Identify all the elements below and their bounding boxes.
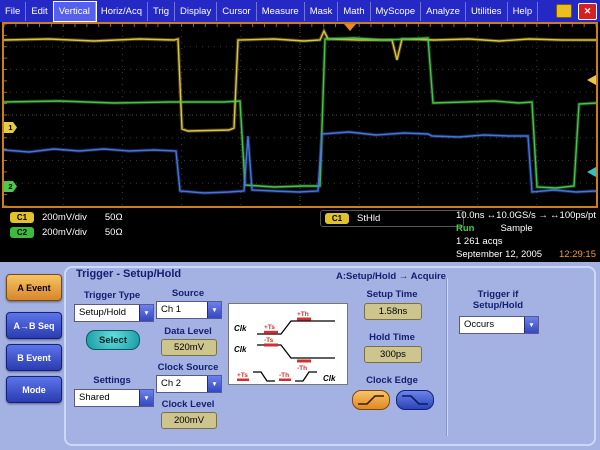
source-label: Source — [152, 288, 224, 299]
settings-dropdown[interactable]: Shared ▼ — [74, 389, 154, 407]
touchscreen-icon[interactable] — [556, 4, 572, 18]
channel-2-readout: C2 200mV/div 50Ω — [10, 227, 123, 238]
menu-item-trig[interactable]: Trig — [148, 2, 175, 21]
panel-divider — [446, 278, 447, 436]
tab-a-b-sequence[interactable]: A→B Seq — [6, 312, 62, 339]
menu-item-myscope[interactable]: MyScope — [371, 2, 422, 21]
tab-mode[interactable]: Mode — [6, 376, 62, 403]
trigger-flow-label: A:Setup/Hold → Acquire — [336, 271, 446, 282]
menu-item-math[interactable]: Math — [338, 2, 370, 21]
settings-label: Settings — [72, 375, 152, 386]
setup-hold-diagram: Clk +Ts +Th Clk -Ts -Th +Ts -Th Clk — [228, 303, 348, 385]
resolution-readout: ↔100ps/pt — [550, 210, 596, 221]
clk-label: Clk — [323, 374, 336, 383]
trigger-if-value: Occurs — [460, 317, 524, 333]
minus-ts-label: -Ts — [264, 337, 274, 344]
clock-edge-label: Clock Edge — [352, 375, 432, 386]
tab-a-event[interactable]: A Event — [6, 274, 62, 301]
rising-edge-icon — [356, 394, 386, 406]
acquisition-mode: Sample — [500, 223, 532, 234]
data-level-value[interactable]: 520mV — [161, 339, 217, 356]
trigger-type-dropdown[interactable]: Setup/Hold ▼ — [74, 304, 154, 322]
channel-2-badge: C2 — [10, 227, 34, 238]
chevron-down-icon: ▼ — [139, 305, 153, 321]
channel-2-marker-label: 2 — [8, 182, 12, 191]
clock-level-label: Clock Level — [152, 399, 224, 410]
clock-source-value: Ch 2 — [157, 376, 207, 392]
channel-1-badge: C1 — [10, 212, 34, 223]
minus-th-label: -Th — [279, 372, 289, 379]
menu-item-edit[interactable]: Edit — [26, 2, 53, 21]
menu-item-mask[interactable]: Mask — [305, 2, 339, 21]
data-level-label: Data Level — [152, 326, 224, 337]
falling-edge-button[interactable] — [396, 390, 434, 410]
trigger-if-label-line1: Trigger if — [458, 289, 538, 300]
channel-2-impedance: 50Ω — [105, 227, 123, 238]
chevron-down-icon: ▼ — [139, 390, 153, 406]
menu-item-analyze[interactable]: Analyze — [421, 2, 466, 21]
run-state: Run — [456, 223, 474, 234]
menu-item-display[interactable]: Display — [175, 2, 217, 21]
channel-1-impedance: 50Ω — [105, 212, 123, 223]
channel-2-scale: 200mV/div — [42, 227, 87, 238]
channel-1-marker-label: 1 — [8, 123, 12, 132]
sample-rate-readout: ↔10.0GS/s → — [487, 210, 548, 221]
rising-edge-button[interactable] — [352, 390, 390, 410]
clock-level-value[interactable]: 200mV — [161, 412, 217, 429]
close-icon[interactable]: ✕ — [578, 3, 597, 20]
trigger-if-dropdown[interactable]: Occurs ▼ — [459, 316, 539, 334]
plus-ts-label: +Ts — [264, 324, 275, 331]
readout-strip: C1 200mV/div 50Ω C2 200mV/div 50Ω C1 StH… — [0, 208, 600, 262]
falling-edge-icon — [400, 394, 430, 406]
menu-item-vertical[interactable]: Vertical — [54, 2, 96, 21]
select-button[interactable]: Select — [86, 330, 140, 350]
source-value: Ch 1 — [157, 302, 207, 318]
waveform-display[interactable]: 1 2 — [2, 22, 598, 208]
menu-item-utilities[interactable]: Utilities — [466, 2, 508, 21]
tab-b-event[interactable]: B Event — [6, 344, 62, 371]
menu-item-horiz-acq[interactable]: Horiz/Acq — [96, 2, 148, 21]
waveform-graticule — [4, 24, 596, 206]
menu-item-file[interactable]: File — [0, 2, 26, 21]
menu-bar: File Edit Vertical Horiz/Acq Trig Displa… — [0, 0, 600, 22]
trigger-if-label-line2: Setup/Hold — [458, 300, 538, 311]
menu-item-help[interactable]: Help — [508, 2, 539, 21]
timebase-readout: 10.0ns — [456, 210, 485, 221]
chevron-down-icon: ▼ — [207, 376, 221, 392]
acquisition-count-row: 1 261 acqs — [456, 236, 546, 247]
trigger-type-readout: StHld — [357, 213, 380, 224]
minus-th-label: -Th — [297, 365, 307, 372]
trigger-source-readout: C1 StHld — [320, 210, 464, 227]
clk-label: Clk — [234, 345, 247, 354]
clock-source-label: Clock Source — [149, 362, 227, 373]
hold-time-value[interactable]: 300ps — [364, 346, 422, 363]
clock-source-dropdown[interactable]: Ch 2 ▼ — [156, 375, 222, 393]
chevron-down-icon: ▼ — [524, 317, 538, 333]
trigger-source-badge: C1 — [325, 213, 349, 224]
chevron-down-icon: ▼ — [207, 302, 221, 318]
date-readout: September 12, 2005 — [456, 249, 542, 260]
setup-time-label: Setup Time — [356, 289, 428, 300]
settings-value: Shared — [75, 390, 139, 406]
channel-1-scale: 200mV/div — [42, 212, 87, 223]
plus-ts-label: +Ts — [237, 372, 248, 379]
time-readout: 12:29:15 — [559, 249, 596, 260]
hold-time-label: Hold Time — [356, 332, 428, 343]
oscilloscope-screen: File Edit Vertical Horiz/Acq Trig Displa… — [0, 0, 600, 450]
plus-th-label: +Th — [297, 311, 309, 318]
trigger-type-label: Trigger Type — [72, 290, 152, 301]
acquisition-state: Run Sample — [456, 223, 546, 234]
trigger-type-value: Setup/Hold — [75, 305, 139, 321]
channel-1-readout: C1 200mV/div 50Ω — [10, 212, 123, 223]
horizontal-readout: 10.0ns ↔10.0GS/s → ↔100ps/pt — [456, 210, 596, 221]
menu-item-measure[interactable]: Measure — [257, 2, 305, 21]
acquisition-count: 1 261 acqs — [456, 236, 502, 247]
dialog-title: Trigger - Setup/Hold — [76, 268, 181, 280]
source-dropdown[interactable]: Ch 1 ▼ — [156, 301, 222, 319]
setup-time-value[interactable]: 1.58ns — [364, 303, 422, 320]
menu-item-cursor[interactable]: Cursor — [217, 2, 257, 21]
datetime-row: September 12, 2005 12:29:15 — [456, 249, 596, 260]
clk-label: Clk — [234, 324, 247, 333]
